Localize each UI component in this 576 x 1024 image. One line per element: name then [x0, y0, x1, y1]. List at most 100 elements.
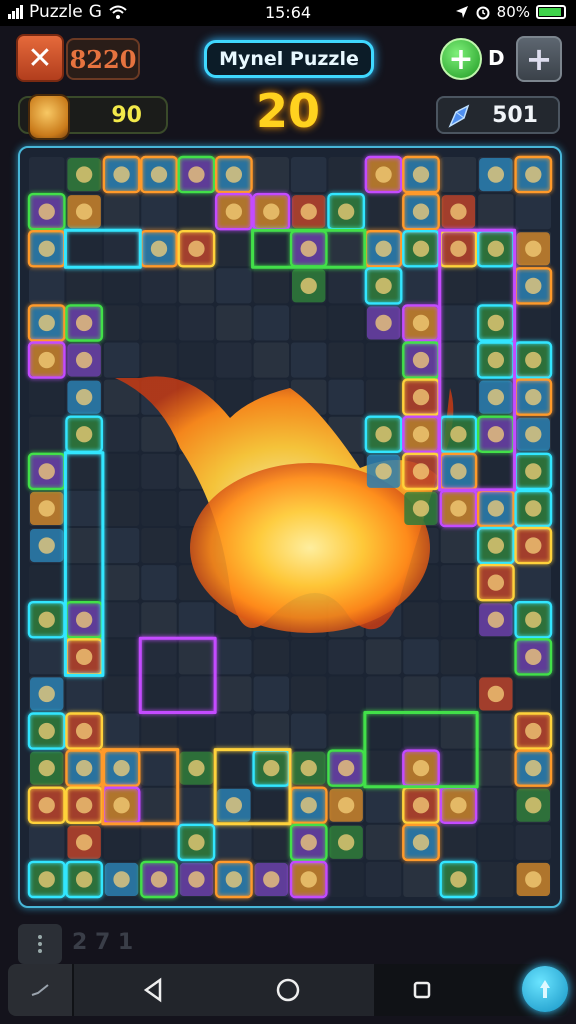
board-cell [478, 639, 514, 675]
board-cell [141, 787, 177, 823]
board-cell [515, 824, 551, 860]
board-cell [141, 342, 177, 378]
piece-creature-icon [75, 759, 93, 777]
piece-creature-icon [375, 166, 392, 183]
board-cell [141, 602, 177, 638]
piece-creature-icon [487, 685, 505, 703]
piece-creature-icon [337, 759, 355, 777]
board-cell [365, 861, 402, 897]
piece-creature-icon [75, 611, 93, 628]
piece-creature-icon [38, 611, 55, 628]
piece-creature-icon [525, 500, 542, 517]
piece-creature-icon [38, 351, 55, 369]
piece-creature-icon [38, 871, 55, 888]
board-cell [478, 787, 514, 823]
boost-button[interactable] [522, 966, 568, 1012]
board-cell [178, 676, 215, 712]
piece-creature-icon [300, 797, 317, 814]
piece-creature-icon [188, 759, 205, 777]
piece-creature-icon [450, 500, 467, 517]
score-display: 8220 [66, 38, 140, 80]
close-button[interactable]: ✕ [16, 34, 64, 82]
board-cell [253, 157, 289, 193]
board-cell [29, 157, 65, 193]
piece-creature-icon [38, 240, 55, 257]
board-cell [216, 231, 252, 267]
board-cell [253, 342, 289, 378]
recents-square-icon[interactable] [406, 974, 438, 1006]
nav-check-button[interactable] [8, 964, 72, 1016]
piece-creature-icon [487, 500, 505, 517]
piece-creature-icon [75, 797, 93, 814]
puzzle-board-canvas[interactable] [20, 148, 560, 906]
board-cell [291, 676, 327, 712]
board-cell [178, 787, 215, 823]
piece-creature-icon [113, 759, 130, 777]
board-cell [103, 342, 140, 378]
piece-creature-icon [412, 426, 430, 443]
piece-creature-icon [188, 166, 205, 183]
piece-creature-icon [375, 314, 392, 332]
piece-creature-icon [525, 537, 542, 554]
piece-creature-icon [337, 203, 355, 220]
board-cell [29, 565, 65, 601]
close-icon: ✕ [27, 40, 53, 76]
board-cell [515, 676, 551, 712]
board-cell [515, 305, 551, 341]
board-cell [29, 268, 65, 304]
piece-creature-icon [38, 759, 55, 777]
board-cell [141, 676, 177, 712]
piece-creature-icon [263, 759, 280, 777]
back-triangle-icon[interactable] [138, 974, 170, 1006]
board-cell [178, 713, 215, 749]
piece-creature-icon [525, 871, 542, 888]
board-cell [440, 602, 477, 638]
board-cell [253, 268, 289, 304]
board-cell [328, 342, 364, 378]
board-cell [440, 565, 477, 601]
piece-creature-icon [525, 797, 542, 814]
piece-creature-icon [300, 759, 317, 777]
board-cell [141, 194, 177, 230]
piece-creature-icon [38, 685, 55, 703]
add-button-grey[interactable]: + [516, 36, 562, 82]
piece-creature-icon [188, 834, 205, 851]
piece-creature-icon [75, 834, 93, 851]
board-cell [365, 750, 402, 786]
piece-creature-icon [487, 240, 505, 257]
piece-creature-icon [150, 166, 168, 183]
game-title: Mynel Puzzle [204, 40, 374, 78]
board-cell [29, 639, 65, 675]
gem-icon [448, 104, 470, 128]
board-cell [103, 713, 140, 749]
gems-counter: 501 [436, 96, 560, 134]
board-cell [478, 268, 514, 304]
piece-creature-icon [412, 388, 430, 406]
board-cell [440, 824, 477, 860]
piece-creature-icon [225, 203, 243, 220]
board-cell [515, 565, 551, 601]
piece-creature-icon [113, 166, 130, 183]
board-cell [66, 676, 102, 712]
board-cell [216, 342, 252, 378]
piece-creature-icon [75, 648, 93, 666]
board-cell [141, 639, 177, 675]
piece-creature-icon [375, 463, 392, 480]
piece-creature-icon [75, 871, 93, 888]
menu-button[interactable] [18, 924, 62, 964]
board-cell [440, 528, 477, 564]
board-cell [291, 342, 327, 378]
board-cell [141, 528, 177, 564]
piece-creature-icon [75, 203, 93, 220]
coin-icon [28, 94, 70, 140]
puzzle-board[interactable] [18, 146, 562, 908]
piece-creature-icon [300, 240, 317, 257]
board-cell [29, 379, 65, 415]
boost-icon [540, 980, 550, 998]
add-button-green[interactable]: + [440, 38, 482, 80]
board-cell [253, 824, 289, 860]
plus-grey-icon: + [525, 40, 553, 78]
board-cell [440, 750, 477, 786]
piece-creature-icon [450, 463, 467, 480]
home-circle-icon[interactable] [272, 974, 304, 1006]
